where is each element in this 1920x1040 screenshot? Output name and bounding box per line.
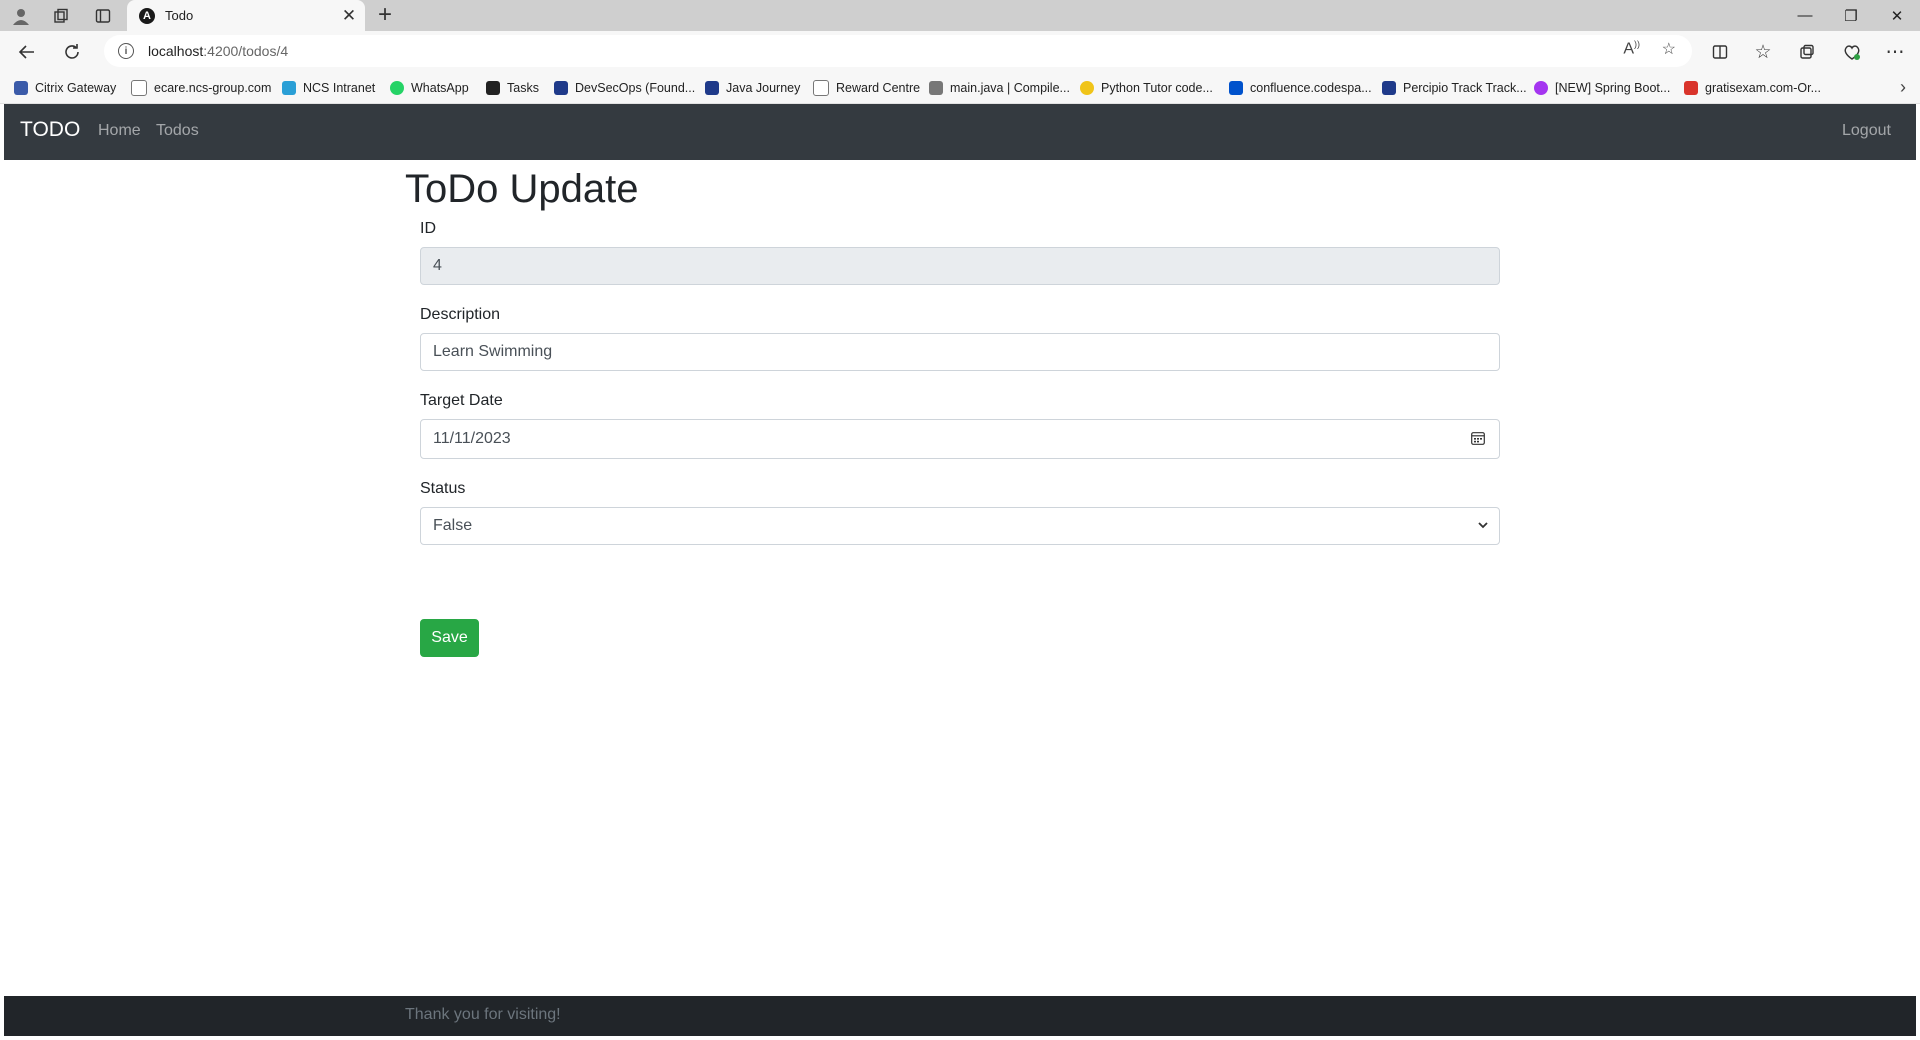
pdf-icon	[1684, 81, 1698, 95]
address-bar[interactable]: i localhost:4200/todos/4 A)) ☆	[104, 35, 1692, 67]
bookmark-label: Citrix Gateway	[35, 81, 117, 95]
bookmark-spring-boot[interactable]: [NEW] Spring Boot...	[1534, 78, 1670, 98]
bookmark-citrix-gateway[interactable]: Citrix Gateway	[14, 78, 116, 98]
nav-link-logout[interactable]: Logout	[1842, 122, 1891, 140]
bookmark-tasks[interactable]: Tasks	[486, 78, 539, 98]
minimize-button[interactable]: —	[1782, 0, 1828, 31]
status-value: False	[433, 517, 473, 534]
target-date-label: Target Date	[420, 392, 503, 409]
bookmark-devsecops[interactable]: DevSecOps (Found...	[554, 78, 695, 98]
status-label: Status	[420, 480, 466, 497]
target-date-input[interactable]: 11/11/2023	[420, 419, 1500, 459]
target-date-value: 11/11/2023	[433, 430, 511, 447]
bookmark-label: WhatsApp	[411, 81, 469, 95]
percipio-icon	[705, 81, 719, 95]
bookmark-ecare[interactable]: ecare.ncs-group.com	[131, 78, 271, 98]
bookmark-main-java[interactable]: main.java | Compile...	[929, 78, 1070, 98]
bookmark-label: main.java | Compile...	[950, 81, 1070, 95]
favorite-star-icon[interactable]: ☆	[1662, 39, 1676, 59]
description-input[interactable]: Learn Swimming	[420, 333, 1500, 371]
url-text: localhost:4200/todos/4	[148, 43, 288, 59]
id-value: 4	[433, 257, 442, 274]
read-aloud-icon[interactable]: A))	[1623, 39, 1640, 58]
new-tab-button[interactable]: +	[372, 2, 398, 28]
calendar-icon[interactable]	[1471, 431, 1485, 445]
bookmark-whatsapp[interactable]: WhatsApp	[390, 78, 469, 98]
bookmark-label: gratisexam.com-Or...	[1705, 81, 1821, 95]
chevron-down-icon	[1478, 522, 1488, 529]
nav-link-todos[interactable]: Todos	[156, 122, 199, 140]
bookmark-label: Java Journey	[726, 81, 801, 95]
bookmark-gratisexam[interactable]: gratisexam.com-Or...	[1684, 78, 1821, 98]
percipio-icon	[554, 81, 568, 95]
bookmark-label: Reward Centre	[836, 81, 921, 95]
profile-icon[interactable]	[9, 4, 33, 28]
navbar-brand[interactable]: TODO	[20, 118, 80, 142]
bookmark-label: Python Tutor code...	[1101, 81, 1213, 95]
page-viewport: TODO Home Todos Logout ToDo Update ID 4 …	[4, 104, 1916, 1036]
bookmark-percipio[interactable]: Percipio Track Track...	[1382, 78, 1527, 98]
id-input: 4	[420, 247, 1500, 285]
footer: Thank you for visiting!	[4, 996, 1916, 1036]
description-label: Description	[420, 306, 501, 323]
refresh-button[interactable]	[57, 37, 87, 67]
notion-icon	[486, 81, 500, 95]
nav-link-home[interactable]: Home	[98, 122, 141, 140]
ncs-icon	[282, 81, 296, 95]
status-select[interactable]: False	[420, 507, 1500, 545]
page-icon	[813, 80, 829, 96]
page-icon	[131, 80, 147, 96]
id-field-group: ID 4	[420, 220, 1500, 285]
bookmark-label: DevSecOps (Found...	[575, 81, 696, 95]
percipio-icon	[1382, 81, 1396, 95]
tab-close-icon[interactable]: ✕	[337, 6, 361, 26]
angular-favicon-icon: A	[139, 7, 155, 24]
chevron-right-icon[interactable]: ›	[1900, 77, 1906, 98]
collections-icon[interactable]	[1792, 37, 1822, 67]
udemy-icon	[1534, 81, 1548, 95]
compiler-icon	[929, 81, 943, 95]
target-date-field-group: Target Date 11/11/2023	[420, 392, 1500, 459]
bookmark-java-journey[interactable]: Java Journey	[705, 78, 800, 98]
bookmark-label: confluence.codespa...	[1250, 81, 1372, 95]
favorites-icon[interactable]: ☆	[1748, 37, 1778, 67]
bookmark-label: Percipio Track Track...	[1403, 81, 1527, 95]
url-path: :4200/todos/4	[203, 43, 289, 59]
url-host: localhost	[148, 43, 204, 59]
tab-title: Todo	[165, 8, 194, 23]
id-label: ID	[420, 220, 436, 237]
bookmark-label: Tasks	[507, 81, 539, 95]
bookmark-label: ecare.ncs-group.com	[154, 81, 272, 95]
page-title: ToDo Update	[405, 167, 639, 211]
confluence-icon	[1229, 81, 1243, 95]
browser-tab[interactable]: A Todo ✕	[127, 0, 365, 31]
restore-button[interactable]: ❐	[1828, 0, 1874, 31]
bookmark-confluence[interactable]: confluence.codespa...	[1229, 78, 1372, 98]
save-button[interactable]: Save	[420, 619, 479, 657]
split-screen-icon[interactable]	[1705, 37, 1735, 67]
navbar: TODO Home Todos Logout	[4, 104, 1916, 160]
back-button[interactable]	[12, 37, 42, 67]
bookmarks-bar: Citrix Gateway ecare.ncs-group.com NCS I…	[0, 72, 1920, 104]
site-info-icon[interactable]: i	[118, 43, 134, 59]
description-field-group: Description Learn Swimming	[420, 306, 1500, 371]
browser-tabstrip: A Todo ✕ + — ❐ ✕	[0, 0, 1920, 31]
python-icon	[1080, 81, 1094, 95]
bookmark-icon	[14, 81, 28, 95]
description-value: Learn Swimming	[433, 343, 553, 360]
bookmark-reward-centre[interactable]: Reward Centre	[813, 78, 920, 98]
workspaces-icon[interactable]	[49, 4, 73, 28]
browser-essentials-icon[interactable]	[1837, 37, 1867, 67]
tab-actions-icon[interactable]	[91, 4, 115, 28]
browser-toolbar: i localhost:4200/todos/4 A)) ☆ ☆ ⋯	[0, 31, 1920, 72]
close-window-button[interactable]: ✕	[1874, 0, 1920, 31]
settings-menu-icon[interactable]: ⋯	[1880, 37, 1910, 67]
bookmark-ncs-intranet[interactable]: NCS Intranet	[282, 78, 375, 98]
footer-text: Thank you for visiting!	[405, 1006, 561, 1023]
status-field-group: Status False	[420, 480, 1500, 545]
bookmark-label: [NEW] Spring Boot...	[1555, 81, 1671, 95]
bookmark-label: NCS Intranet	[303, 81, 376, 95]
whatsapp-icon	[390, 81, 404, 95]
bookmark-python-tutor[interactable]: Python Tutor code...	[1080, 78, 1213, 98]
